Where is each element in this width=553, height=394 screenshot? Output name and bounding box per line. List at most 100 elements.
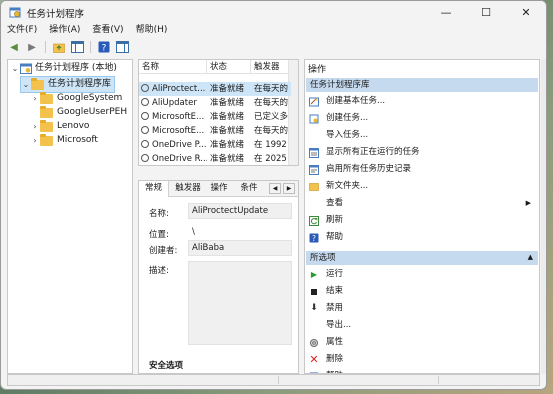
show-hide-action-pane-icon[interactable] [115,40,129,54]
menu-file[interactable]: 文件(F) [1,23,43,37]
action-label: 启用所有任务历史记录 [326,164,412,174]
maximize-button[interactable]: ☐ [466,1,506,23]
svg-text:?: ? [102,44,107,54]
table-row[interactable]: AliUpdater 准备就绪 在每天的 [139,96,291,110]
action-import-task[interactable]: 导入任务... [309,127,537,144]
tree-item-folder[interactable]: GoogleUserPEH [30,105,127,120]
action-label: 创建基本任务... [326,96,386,106]
action-label: 导入任务... [326,130,369,140]
table-row[interactable]: MicrosoftE... 准备就绪 已定义多 [139,110,291,124]
name-label: 名称: [149,209,169,219]
menu-help[interactable]: 帮助(H) [130,23,174,37]
task-name: AliUpdater [152,98,197,108]
tree-folder-label: Microsoft [57,135,98,145]
collapse-up-icon[interactable]: ▲ [528,253,533,261]
menu-action[interactable]: 操作(A) [43,23,86,37]
toolbar-separator [90,41,91,53]
tree-item-folder[interactable]: › GoogleSystem [30,91,122,106]
task-status: 准备就绪 [210,98,245,108]
folder-icon [31,77,44,90]
tree-folder-label: Lenovo [57,121,90,131]
task-location-value: \ [188,225,292,238]
tab-scroll-right-icon[interactable]: ▶ [283,183,295,194]
action-label: 帮助 [326,232,344,242]
title-bar: 任务计划程序 — ☐ ✕ [1,1,546,23]
tree-item-folder[interactable]: › Microsoft [30,133,98,148]
section-header-library[interactable]: 任务计划程序库 [306,78,538,92]
table-row[interactable]: OneDrive P... 准备就绪 在 1992 [139,138,291,152]
action-help[interactable]: ? 帮助 [309,229,537,246]
tree-folder-label: GoogleSystem [57,93,123,103]
action-properties[interactable]: 属性 [309,334,537,351]
task-clock-icon [141,154,149,162]
action-view[interactable]: 查看 ▶ [309,195,537,212]
blank-icon [309,321,319,331]
task-clock-icon [141,84,149,92]
submenu-arrow-icon: ▶ [525,199,531,207]
back-icon[interactable]: ◀ [7,40,21,54]
up-folder-icon[interactable] [52,40,66,54]
column-header-name[interactable]: 名称 [139,60,207,74]
chevron-right-icon[interactable]: › [30,133,40,148]
task-description-field[interactable] [188,261,292,345]
action-label: 结束 [326,286,344,296]
action-run[interactable]: ▶ 运行 [309,266,537,283]
help-icon[interactable]: ? [97,40,111,54]
tab-actions[interactable]: 操作 [205,181,233,196]
close-button[interactable]: ✕ [506,1,546,23]
action-label: 删除 [326,354,344,364]
create-task-icon [309,114,319,124]
console-tree: ⌄ 任务计划程序 (本地) ⌄ 任务计划程序库 › GoogleSystem G… [7,59,133,374]
tree-item-folder[interactable]: › Lenovo [30,119,89,134]
chevron-right-icon[interactable]: › [30,91,40,106]
blank-icon [309,131,319,141]
menu-view[interactable]: 查看(V) [86,23,129,37]
folder-icon [40,105,53,118]
task-name: OneDrive R... [152,154,207,164]
minimize-button[interactable]: — [426,1,466,23]
action-label: 刷新 [326,215,344,225]
chevron-right-icon[interactable]: › [30,119,40,134]
action-enable-history[interactable]: 启用所有任务历史记录 [309,161,537,178]
help-icon: ? [309,233,319,243]
section-header-selected[interactable]: 所选项 [306,251,538,265]
table-row[interactable]: MicrosoftE... 准备就绪 在每天的 [139,124,291,138]
action-label: 查看 [326,198,344,208]
folder-icon [309,182,319,192]
tree-item-root[interactable]: ⌄ 任务计划程序 (本地) [10,61,117,76]
table-row[interactable]: OneDrive R... 准备就绪 在 2025 [139,152,291,165]
menu-bar: 文件(F) 操作(A) 查看(V) 帮助(H) [1,23,546,37]
forward-icon[interactable]: ▶ [25,40,39,54]
table-row[interactable]: AliProctect... 准备就绪 在每天的 [139,82,291,96]
column-header-status[interactable]: 状态 [207,60,251,74]
task-author-field[interactable]: AliBaba [188,240,292,256]
action-disable[interactable]: ⬇ 禁用 [309,300,537,317]
tab-general[interactable]: 常规 [139,181,169,197]
action-export[interactable]: 导出... [309,317,537,334]
action-show-running-tasks[interactable]: 显示所有正在运行的任务 [309,144,537,161]
task-name-field[interactable]: AliProctectUpdate [188,203,292,219]
running-tasks-icon [309,147,319,158]
action-refresh[interactable]: 刷新 [309,212,537,229]
tab-scroll-left-icon[interactable]: ◀ [269,183,281,194]
chevron-down-icon[interactable]: ⌄ [21,77,31,92]
column-header-trigger[interactable]: 触发器 [251,60,291,74]
action-delete[interactable]: ✕ 删除 [309,351,537,368]
task-status: 准备就绪 [210,126,245,136]
chevron-down-icon[interactable]: ⌄ [10,61,20,76]
tab-conditions[interactable]: 条件 [235,181,263,196]
action-end[interactable]: 结束 [309,283,537,300]
status-bar [7,374,540,386]
wizard-icon [309,97,319,107]
tab-triggers[interactable]: 触发器 [171,181,205,196]
action-create-task[interactable]: 创建任务... [309,110,537,127]
task-name: MicrosoftE... [152,112,205,122]
run-icon: ▶ [310,270,318,279]
action-new-folder[interactable]: 新文件夹... [309,178,537,195]
location-label: 位置: [149,230,169,240]
show-hide-console-tree-icon[interactable] [70,40,84,54]
task-clock-icon [141,98,149,106]
actions-scrollbar[interactable] [541,59,546,374]
action-create-basic-task[interactable]: 创建基本任务... [309,93,537,110]
status-segment [308,376,439,384]
